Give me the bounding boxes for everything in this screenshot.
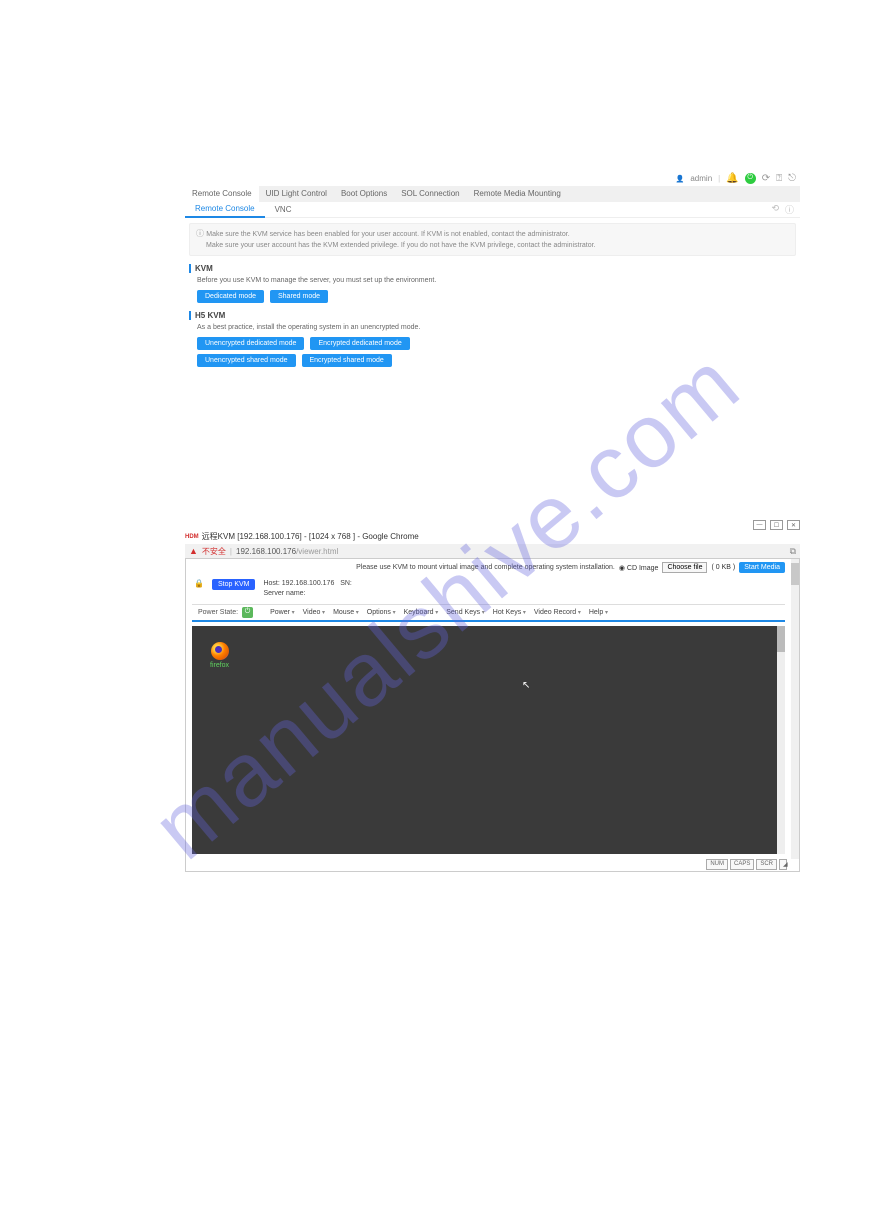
hdm-badge: HDM: [185, 534, 199, 540]
subtab-vnc[interactable]: VNC: [265, 202, 302, 217]
power-status-icon[interactable]: ⏻: [745, 173, 756, 184]
tab-remote-console[interactable]: Remote Console: [185, 186, 259, 202]
outer-scrollbar[interactable]: [791, 559, 799, 859]
refresh-subtab-icon[interactable]: ⟲: [771, 203, 779, 216]
kvm-section: KVM Before you use KVM to manage the ser…: [189, 264, 796, 303]
remote-desktop[interactable]: firefox ↖: [192, 626, 777, 854]
help-icon[interactable]: ⍰: [776, 173, 782, 184]
menu-options[interactable]: Options: [364, 608, 399, 617]
window-minimize-button[interactable]: —: [753, 520, 766, 530]
desktop-scrollbar[interactable]: [777, 626, 785, 854]
lock-icon: [194, 579, 204, 588]
shared-mode-button[interactable]: Shared mode: [270, 290, 328, 303]
menu-video-record[interactable]: Video Record: [531, 608, 584, 617]
menu-power[interactable]: Power: [267, 608, 298, 617]
refresh-icon[interactable]: ⟳: [762, 173, 770, 184]
address-bar: ▲ 不安全 | 192.168.100.176/viewer.html ⧉: [185, 544, 800, 558]
status-bar: NUM CAPS SCR ◢: [186, 858, 791, 871]
sub-tabs: Remote Console VNC ⟲ ⓘ: [185, 202, 800, 218]
window-maximize-button[interactable]: ☐: [770, 520, 783, 530]
window-close-button[interactable]: ✕: [787, 520, 800, 530]
power-on-icon: ⏻: [242, 607, 253, 618]
menu-video[interactable]: Video: [300, 608, 328, 617]
not-secure-label: 不安全: [202, 546, 226, 557]
dedicated-mode-button[interactable]: Dedicated mode: [197, 290, 264, 303]
addr-separator: |: [230, 547, 232, 556]
kvm-section-text: Before you use KVM to manage the server,…: [197, 277, 796, 284]
tab-boot-options[interactable]: Boot Options: [334, 186, 394, 202]
banner-line-1: Make sure the KVM service has been enabl…: [206, 231, 569, 238]
bmc-remote-console-panel: admin | 🔔 ⏻ ⟳ ⍰ ⎋ Remote Console UID Lig…: [185, 170, 800, 371]
chrome-title-text: 远程KVM [192.168.100.176] - [1024 x 768 ] …: [202, 531, 419, 542]
logout-icon[interactable]: ⎋: [788, 173, 796, 184]
unencrypted-shared-mode-button[interactable]: Unencrypted shared mode: [197, 354, 296, 367]
user-label: admin: [690, 174, 712, 183]
cursor-icon: ↖: [522, 680, 530, 691]
status-scr: SCR: [756, 859, 777, 870]
user-icon: [676, 174, 685, 183]
power-state-label: Power State:: [198, 609, 238, 616]
file-size-label: ( 0 KB ): [711, 564, 735, 571]
warning-icon: ▲: [189, 546, 198, 556]
tab-uid-light-control[interactable]: UID Light Control: [259, 186, 334, 202]
copy-url-icon[interactable]: ⧉: [790, 546, 796, 557]
banner-line-2: Make sure your user account has the KVM …: [206, 242, 596, 249]
menu-bar: Power State: ⏻ Power Video Mouse Options…: [192, 604, 785, 622]
menu-help[interactable]: Help: [586, 608, 611, 617]
tab-remote-media-mounting[interactable]: Remote Media Mounting: [467, 186, 568, 202]
status-caps: CAPS: [730, 859, 754, 870]
kvm-display-area: firefox ↖: [192, 626, 785, 854]
status-resize-icon[interactable]: ◢: [779, 859, 787, 870]
firefox-label: firefox: [210, 662, 229, 669]
main-tabs: Remote Console UID Light Control Boot Op…: [185, 186, 800, 202]
h5kvm-section-text: As a best practice, install the operatin…: [197, 324, 796, 331]
kvm-viewer-window: — ☐ ✕ HDM 远程KVM [192.168.100.176] - [102…: [185, 520, 800, 872]
subtab-remote-console[interactable]: Remote Console: [185, 201, 265, 218]
viewer-frame: Please use KVM to mount virtual image an…: [185, 558, 800, 872]
status-num: NUM: [706, 859, 728, 870]
chrome-window-title: HDM 远程KVM [192.168.100.176] - [1024 x 76…: [185, 531, 800, 542]
separator: |: [718, 174, 720, 183]
host-row: Stop KVM Host: 192.168.100.176 SN: Serve…: [186, 576, 791, 602]
info-banner: Make sure the KVM service has been enabl…: [189, 223, 796, 256]
h5kvm-section: H5 KVM As a best practice, install the o…: [189, 311, 796, 367]
desktop-scroll-thumb[interactable]: [777, 626, 785, 652]
window-controls: — ☐ ✕: [185, 520, 800, 530]
top-bar: admin | 🔔 ⏻ ⟳ ⍰ ⎋: [185, 170, 800, 186]
h5kvm-section-title: H5 KVM: [189, 311, 796, 320]
menu-send-keys[interactable]: Send Keys: [443, 608, 488, 617]
menu-hot-keys[interactable]: Hot Keys: [490, 608, 529, 617]
host-info: Host: 192.168.100.176 SN: Server name:: [263, 579, 351, 599]
tab-sol-connection[interactable]: SOL Connection: [394, 186, 466, 202]
help-subtab-icon[interactable]: ⓘ: [785, 203, 794, 216]
firefox-icon: [211, 642, 229, 660]
notice-text: Please use KVM to mount virtual image an…: [192, 564, 615, 571]
bell-icon[interactable]: 🔔: [726, 173, 738, 184]
encrypted-dedicated-mode-button[interactable]: Encrypted dedicated mode: [310, 337, 409, 350]
kvm-section-title: KVM: [189, 264, 796, 273]
choose-file-button[interactable]: Choose file: [662, 562, 707, 573]
menu-keyboard[interactable]: Keyboard: [401, 608, 442, 617]
firefox-desktop-icon[interactable]: firefox: [210, 642, 229, 669]
url-text[interactable]: 192.168.100.176/viewer.html: [236, 547, 338, 556]
stop-kvm-button[interactable]: Stop KVM: [212, 579, 256, 590]
encrypted-shared-mode-button[interactable]: Encrypted shared mode: [302, 354, 392, 367]
info-icon: [196, 231, 206, 238]
cd-image-radio[interactable]: CD Image: [619, 564, 659, 572]
menu-mouse[interactable]: Mouse: [330, 608, 362, 617]
start-media-button[interactable]: Start Media: [739, 562, 785, 573]
notice-bar: Please use KVM to mount virtual image an…: [186, 559, 791, 576]
unencrypted-dedicated-mode-button[interactable]: Unencrypted dedicated mode: [197, 337, 304, 350]
outer-scroll-thumb[interactable]: [791, 563, 799, 585]
